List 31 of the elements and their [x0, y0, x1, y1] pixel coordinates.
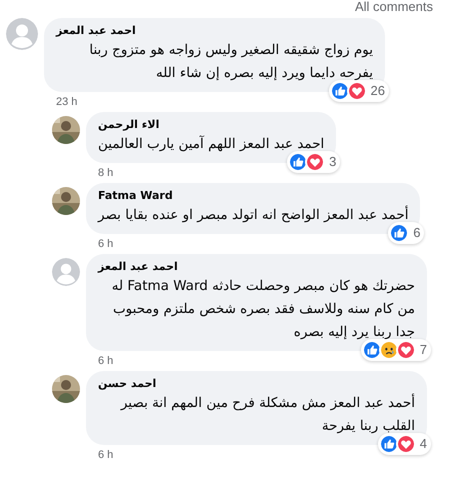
reaction-badge[interactable]: 3 [287, 151, 340, 173]
like-icon [330, 81, 350, 101]
heart-icon [396, 340, 416, 360]
like-icon [378, 434, 399, 454]
heart-icon [346, 81, 367, 101]
like-icon [362, 340, 382, 360]
like-icon [389, 223, 410, 243]
timestamp[interactable]: 23 h [56, 95, 78, 109]
author-name[interactable]: احمد عبد المعز [98, 260, 415, 274]
like-icon [288, 152, 308, 172]
all-comments-link[interactable]: All comments [354, 0, 433, 14]
sad-face-icon [378, 340, 399, 360]
author-name[interactable]: الاء الرحمن [98, 118, 324, 132]
comment-text: حضرتك هو كان مبصر وحصلت حادثه Fatma Ward له من كام سنه وللاسف فقد بصره شخص ملتزم ومحبوب جدا ربنا يرد إليه بصره [110, 277, 415, 342]
timestamp[interactable]: 6 h [98, 354, 114, 368]
comment-text: احمد عبد المعز اللهم آمين يارب العالمين [98, 134, 324, 154]
comment-text: يوم زواج شقيقه الصغير وليس زواجه هو متزوج ربنا يفرحه دايما ويرد إليه بصره إن شاء الله [88, 41, 373, 83]
heart-icon [396, 434, 416, 454]
timestamp[interactable]: 8 h [98, 166, 114, 180]
reaction-badge[interactable]: 6 [388, 222, 424, 244]
reaction-badge[interactable]: 4 [378, 433, 431, 455]
heart-icon [305, 152, 326, 172]
timestamp[interactable]: 6 h [98, 448, 114, 462]
author-name[interactable]: احمد عبد المعز [56, 24, 373, 38]
author-name[interactable]: احمد حسن [98, 377, 415, 391]
reaction-badge[interactable]: 26 [328, 80, 389, 102]
timestamp[interactable]: 6 h [98, 237, 114, 251]
comment-text: أحمد عبد المعز الواضح انه اتولد مبصر او عنده بقايا بصر [98, 204, 408, 225]
reaction-badge[interactable]: 7 [360, 339, 431, 361]
comment-text: أحمد عبد المعز مش مشكلة فرح مين المهم انة بصير القلب ربنا يفرحة [119, 392, 415, 436]
author-name[interactable]: Fatma Ward [98, 189, 408, 203]
